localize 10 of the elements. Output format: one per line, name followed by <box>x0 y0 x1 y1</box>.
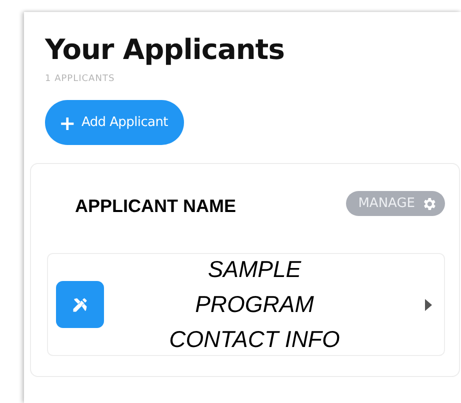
caret-right-icon <box>425 298 432 310</box>
program-contact-info: SAMPLE PROGRAM CONTACT INFO <box>168 255 341 354</box>
page-title: Your Applicants <box>45 32 286 68</box>
program-item[interactable]: SAMPLE PROGRAM CONTACT INFO <box>47 253 445 356</box>
pencil-ruler-icon <box>71 296 89 314</box>
settings-icon <box>421 196 437 212</box>
add-applicant-button[interactable]: + Add Applicant <box>45 100 184 145</box>
applicant-name: APPLICANT NAME <box>75 196 236 217</box>
manage-button[interactable]: MANAGE <box>346 191 445 216</box>
applicant-count: 1 APPLICANTS <box>45 74 116 84</box>
